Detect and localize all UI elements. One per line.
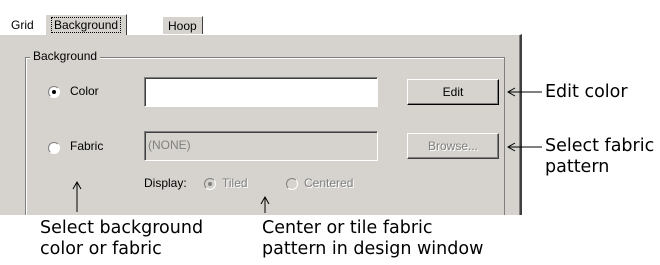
callout-select-fabric-line2: pattern xyxy=(545,157,610,177)
tab-background[interactable]: Background xyxy=(45,14,128,35)
callout-edit-color: Edit color xyxy=(545,82,628,102)
callout-center-tile-line1: Center or tile fabric xyxy=(262,218,433,238)
tab-background-label: Background xyxy=(51,17,122,33)
callout-select-background-line2: color or fabric xyxy=(40,239,162,259)
callout-select-background-line1: Select background xyxy=(40,218,204,238)
callout-select-fabric-line1: Select fabric xyxy=(545,136,655,156)
callout-select-fabric: Select fabric pattern xyxy=(545,136,654,178)
callout-center-tile-line2: pattern in design window xyxy=(262,239,484,259)
callout-center-tile: Center or tile fabric pattern in design … xyxy=(262,218,483,260)
callout-select-background: Select background color or fabric xyxy=(40,218,203,260)
